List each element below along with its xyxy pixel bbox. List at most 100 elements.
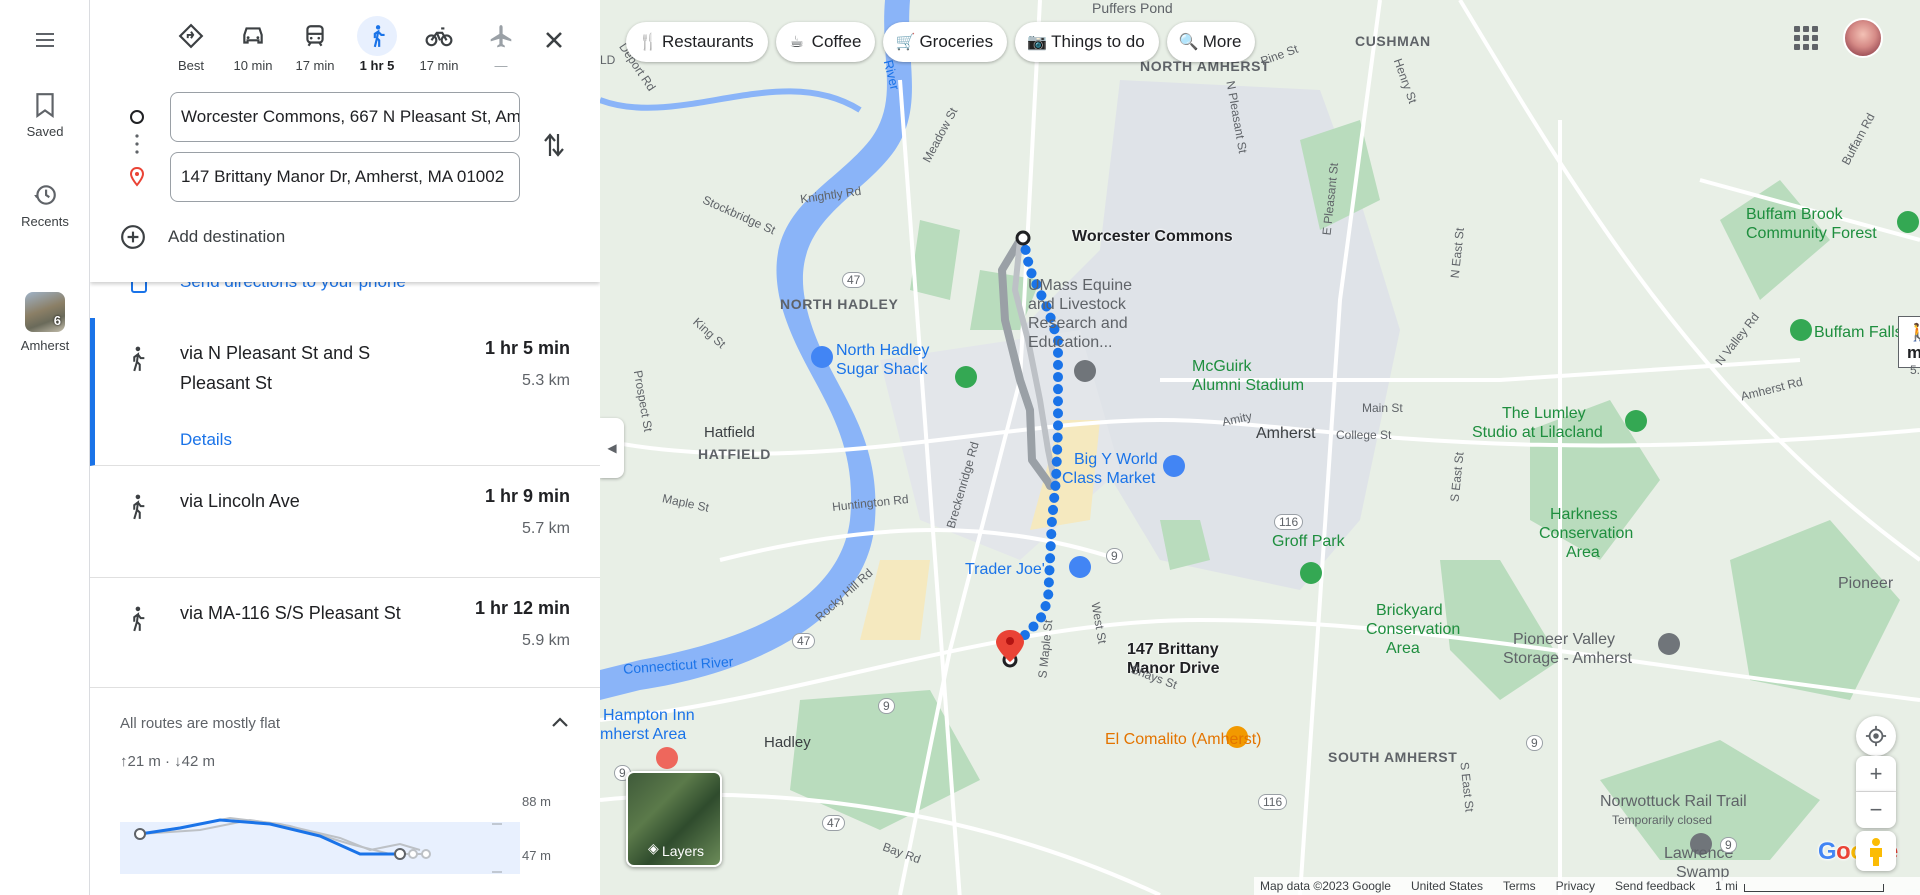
- route-time: 1 hr 12 min: [474, 598, 570, 618]
- mode-walk[interactable]: 1 hr 5: [346, 16, 408, 73]
- map-label-pioneer-storage-1: Pioneer Valley: [1513, 631, 1615, 648]
- terms-link[interactable]: Terms: [1503, 879, 1536, 893]
- add-destination-button[interactable]: Add destination: [120, 224, 285, 250]
- chip-things-to-do[interactable]: 📷 Things to do: [1015, 22, 1159, 62]
- map-label-harkness-3: Area: [1566, 544, 1600, 561]
- elevation-gain-loss: ↑21 m · ↓42 m: [120, 753, 216, 770]
- menu-button[interactable]: [0, 28, 90, 58]
- map-label-bigy-2: Class Market: [1062, 470, 1156, 487]
- recent-place-amherst[interactable]: 6 Amherst: [0, 292, 90, 353]
- origin-input[interactable]: Worcester Commons, 667 N Pleasant St, Am…: [170, 92, 520, 142]
- saved-button[interactable]: Saved: [0, 92, 90, 139]
- recents-button[interactable]: Recents: [0, 182, 90, 229]
- add-destination-label: Add destination: [168, 227, 286, 246]
- elevation-profile-chart: [120, 816, 520, 874]
- map-label-lumley-1: The Lumley: [1502, 405, 1586, 422]
- route-option-1[interactable]: via N Pleasant St and S Pleasant St 1 hr…: [90, 318, 600, 466]
- route-details-link[interactable]: Details: [180, 430, 232, 450]
- bookmark-icon: [36, 93, 54, 118]
- collapse-elevation-button[interactable]: [550, 715, 570, 734]
- transit-icon: [306, 25, 324, 47]
- directions-header: Best 10 min 17 min 1 hr 5 17 min — Worce…: [90, 0, 600, 282]
- map-label-cushman: CUSHMAN: [1355, 33, 1431, 49]
- chip-groceries[interactable]: 🛒 Groceries: [883, 22, 1008, 62]
- mode-drive[interactable]: 10 min: [222, 16, 284, 73]
- map-label-mcguirk-2: Alumni Stadium: [1192, 377, 1305, 394]
- map-label-pioneer: Pioneer: [1838, 575, 1894, 592]
- route-option-3[interactable]: via MA-116 S/S Pleasant St 1 hr 12 min 5…: [90, 578, 600, 688]
- chip-label: Restaurants: [662, 32, 754, 51]
- search-icon: 🔍: [1178, 34, 1199, 51]
- car-icon: [243, 27, 263, 44]
- mode-label: 1 hr 5: [359, 58, 395, 73]
- map-label-sugar-shack-1: North Hadley: [836, 342, 930, 359]
- mode-best[interactable]: Best: [160, 16, 222, 73]
- map-label-hatfield: Hatfield: [704, 424, 755, 441]
- route-time: 1 hr 9 min: [484, 486, 570, 506]
- send-feedback-link[interactable]: Send feedback: [1615, 879, 1695, 893]
- country-link[interactable]: United States: [1411, 879, 1483, 893]
- swap-origin-destination-button[interactable]: [542, 130, 566, 165]
- map-label-hampton-1: Hampton Inn: [603, 707, 695, 724]
- map-label-brickyard-2: Conservation: [1366, 621, 1461, 638]
- recents-label: Recents: [21, 214, 69, 229]
- map-label-puffers-pond: Puffers Pond: [1092, 0, 1173, 16]
- coffee-icon: ☕: [789, 34, 804, 51]
- mode-flight[interactable]: —: [470, 16, 532, 73]
- map-canvas[interactable]: Puffers Pond NORTH AMHERST CUSHMAN NORTH…: [600, 0, 1920, 895]
- map-label-harkness-1: Harkness: [1550, 506, 1618, 523]
- zoom-out-button[interactable]: −: [1856, 792, 1896, 828]
- route-waypoint-markers: [129, 110, 145, 187]
- mode-label: Best: [177, 58, 204, 73]
- destination-input[interactable]: 147 Brittany Manor Dr, Amherst, MA 01002: [170, 152, 520, 202]
- route-shield-9-e: 9: [1720, 837, 1737, 853]
- route-shield-9-d: 9: [1526, 735, 1543, 751]
- walk-icon: [133, 606, 145, 632]
- layers-button[interactable]: ◈ Layers: [626, 771, 722, 867]
- pegman-icon: [1870, 838, 1882, 866]
- route-shield-47-b: 47: [792, 633, 816, 649]
- chip-coffee[interactable]: ☕ Coffee: [775, 22, 876, 62]
- route-shield-116: 116: [1274, 514, 1304, 530]
- map-label-umass-2: and Livestock: [1028, 296, 1126, 313]
- map-label-hatfield-area: HATFIELD: [698, 446, 771, 462]
- collapse-panel-button[interactable]: ◀: [600, 418, 624, 478]
- walk-icon: [373, 25, 385, 48]
- map-label-sugar-shack-2: Sugar Shack: [836, 361, 928, 378]
- diamond-directions-icon: [178, 23, 204, 49]
- plane-icon: [490, 25, 512, 48]
- add-circle-icon: [121, 225, 145, 249]
- privacy-link[interactable]: Privacy: [1556, 879, 1595, 893]
- layers-label: Layers: [661, 843, 705, 859]
- close-directions-button[interactable]: [540, 26, 568, 54]
- street-view-pegman[interactable]: [1856, 831, 1896, 871]
- history-icon: [34, 185, 56, 205]
- mode-label: 10 min: [233, 58, 273, 73]
- map-label-buffam-brook-1: Buffam Brook: [1746, 206, 1843, 223]
- map-base: [600, 0, 1920, 895]
- bike-icon: [425, 27, 453, 47]
- apps-grid-icon[interactable]: [1794, 26, 1818, 50]
- elevation-section: All routes are mostly flat ↑21 m · ↓42 m…: [90, 688, 600, 895]
- map-label-main-st: Main St: [1362, 401, 1403, 415]
- account-avatar[interactable]: [1843, 18, 1883, 58]
- amherst-thumbnail: 6: [25, 292, 65, 332]
- crosshair-icon: [1865, 725, 1887, 747]
- my-location-button[interactable]: [1856, 716, 1896, 756]
- chip-restaurants[interactable]: 🍴 Restaurants: [626, 22, 768, 62]
- map-label-hampton-2: mherst Area: [600, 726, 687, 743]
- route-option-2[interactable]: via Lincoln Ave 1 hr 9 min 5.7 km: [90, 466, 600, 578]
- walk-time-callout[interactable]: 🚶 1 hr 5 min 5.3 km: [1898, 316, 1920, 377]
- walk-callout-distance: 5.3 km: [1910, 363, 1920, 377]
- map-label-hadley: Hadley: [764, 734, 811, 751]
- map-label-bigy-1: Big Y World: [1074, 451, 1158, 468]
- map-label-trader-joes: Trader Joe's: [965, 561, 1053, 578]
- scale-label[interactable]: 1 mi: [1715, 879, 1738, 893]
- hamburger-menu-icon: [36, 33, 54, 47]
- cart-icon: 🛒: [895, 34, 916, 51]
- mode-transit[interactable]: 17 min: [284, 16, 346, 73]
- mode-bike[interactable]: 17 min: [408, 16, 470, 73]
- chip-more[interactable]: 🔍 More: [1166, 22, 1256, 62]
- saved-label: Saved: [26, 124, 64, 139]
- zoom-in-button[interactable]: +: [1856, 756, 1896, 792]
